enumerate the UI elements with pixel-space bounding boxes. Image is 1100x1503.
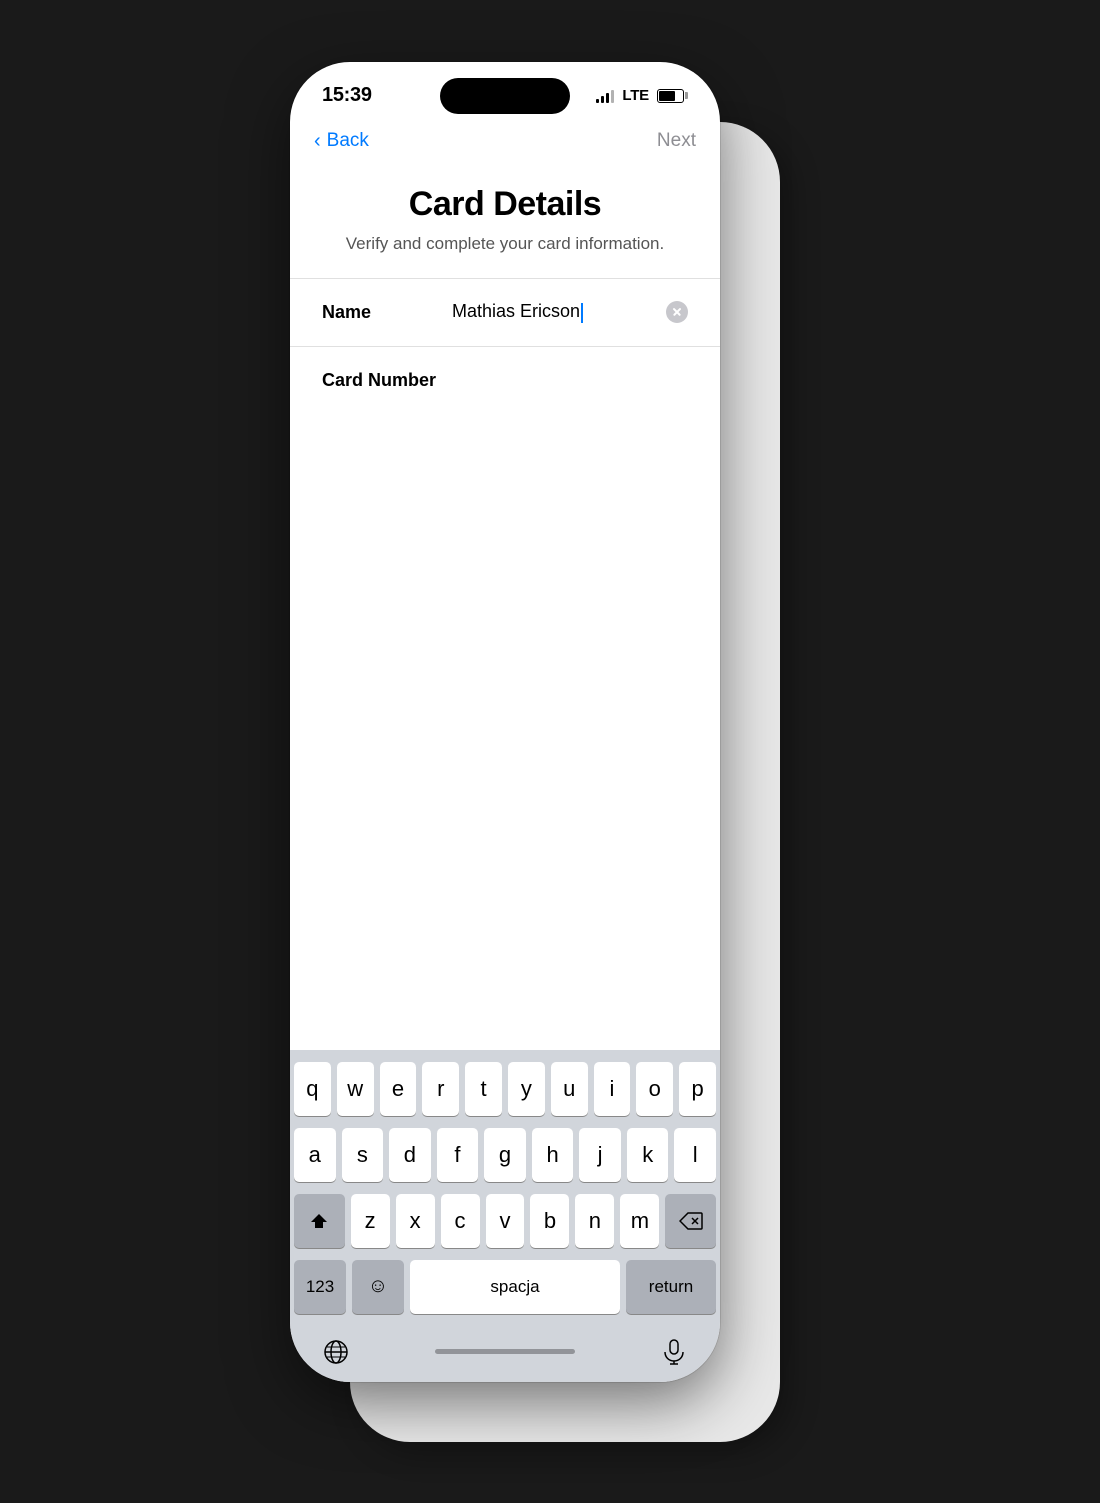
delete-key[interactable] [665,1194,716,1248]
page-title: Card Details [322,185,688,224]
name-label: Name [322,302,452,323]
keyboard: q w e r t y u i o p a s d f g h j k [290,1050,720,1382]
key-f[interactable]: f [437,1128,479,1182]
scene: 15:39 LTE ‹ B [290,62,810,1442]
phone: 15:39 LTE ‹ B [290,62,720,1382]
key-x[interactable]: x [396,1194,435,1248]
microphone-icon [663,1339,685,1365]
delete-icon [679,1212,703,1230]
key-h[interactable]: h [532,1128,574,1182]
key-p[interactable]: p [679,1062,716,1116]
status-right: LTE [596,87,688,104]
battery-body [657,89,684,103]
key-r[interactable]: r [422,1062,459,1116]
name-row: Name Mathias Ericson [290,279,720,347]
content: Card Details Verify and complete your ca… [290,165,720,1050]
keyboard-row-3: z x c v b n m [294,1194,716,1248]
key-k[interactable]: k [627,1128,669,1182]
globe-icon [323,1339,349,1365]
key-o[interactable]: o [636,1062,673,1116]
key-d[interactable]: d [389,1128,431,1182]
key-u[interactable]: u [551,1062,588,1116]
signal-bar-2 [601,96,604,103]
key-e[interactable]: e [380,1062,417,1116]
nav-bar: ‹ Back Next [290,122,720,165]
title-section: Card Details Verify and complete your ca… [290,165,720,278]
signal-bars [596,89,614,103]
clear-name-button[interactable] [666,301,688,323]
next-button[interactable]: Next [657,130,696,152]
key-t[interactable]: t [465,1062,502,1116]
empty-area [290,415,720,1050]
key-m[interactable]: m [620,1194,659,1248]
battery-nub [685,92,688,99]
lte-indicator: LTE [622,87,649,104]
battery-fill [659,91,675,101]
back-button[interactable]: ‹ Back [314,130,369,153]
battery-icon [657,89,688,103]
keyboard-row-4: 123 ☺ spacja return [294,1260,716,1314]
key-i[interactable]: i [594,1062,631,1116]
signal-bar-1 [596,99,599,103]
key-a[interactable]: a [294,1128,336,1182]
globe-button[interactable] [314,1330,358,1374]
keyboard-row-1: q w e r t y u i o p [294,1062,716,1116]
status-time: 15:39 [322,84,372,107]
name-value-wrapper: Mathias Ericson [452,301,688,323]
card-number-label: Card Number [322,370,452,391]
key-y[interactable]: y [508,1062,545,1116]
num-key[interactable]: 123 [294,1260,346,1314]
key-v[interactable]: v [486,1194,525,1248]
back-label: Back [327,130,369,152]
key-c[interactable]: c [441,1194,480,1248]
space-key[interactable]: spacja [410,1260,620,1314]
card-number-row: Card Number [290,347,720,415]
key-g[interactable]: g [484,1128,526,1182]
key-z[interactable]: z [351,1194,390,1248]
name-value: Mathias Ericson [452,301,583,322]
return-key[interactable]: return [626,1260,716,1314]
key-n[interactable]: n [575,1194,614,1248]
back-chevron-icon: ‹ [314,130,321,153]
signal-bar-4 [611,90,614,103]
key-b[interactable]: b [530,1194,569,1248]
home-bar-indicator [435,1349,575,1354]
microphone-button[interactable] [652,1330,696,1374]
form-section: Name Mathias Ericson Card Number [290,278,720,415]
key-w[interactable]: w [337,1062,374,1116]
shift-icon [309,1211,329,1231]
keyboard-bottom-row [294,1326,716,1382]
name-input[interactable]: Mathias Ericson [452,301,580,321]
text-cursor [581,303,583,323]
key-j[interactable]: j [579,1128,621,1182]
signal-bar-3 [606,93,609,103]
dynamic-island [440,78,570,114]
page-subtitle: Verify and complete your card informatio… [322,234,688,254]
key-s[interactable]: s [342,1128,384,1182]
key-l[interactable]: l [674,1128,716,1182]
keyboard-row-2: a s d f g h j k l [294,1128,716,1182]
key-q[interactable]: q [294,1062,331,1116]
emoji-key[interactable]: ☺ [352,1260,404,1314]
shift-key[interactable] [294,1194,345,1248]
